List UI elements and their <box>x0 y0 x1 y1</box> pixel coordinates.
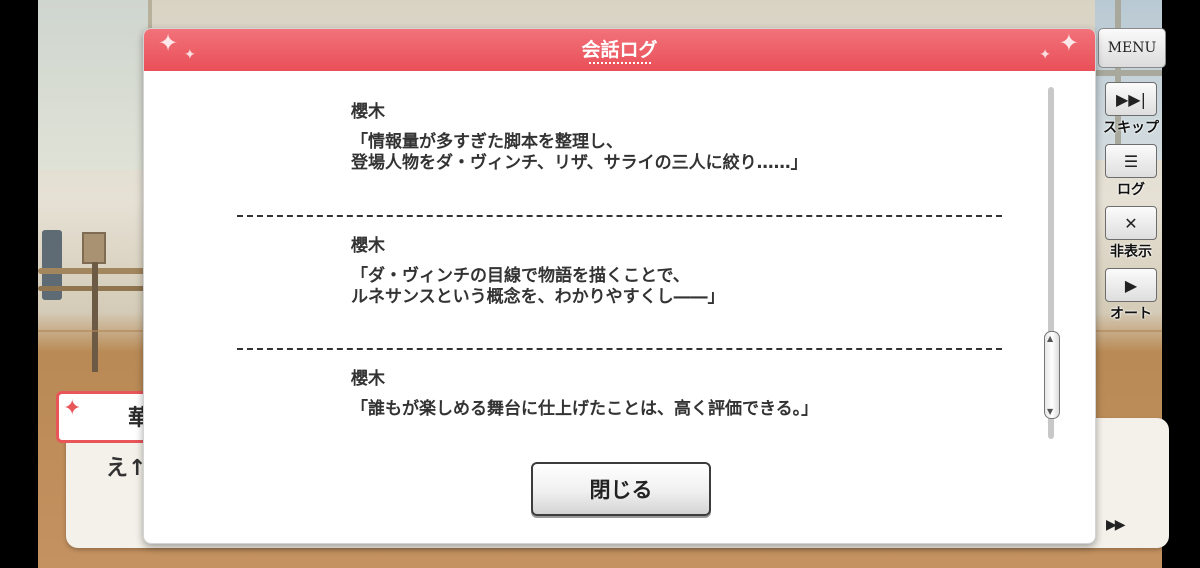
log-entry-line: 「情報量が多すぎた脚本を整理し、 <box>351 132 623 152</box>
message-text: え↑ <box>106 456 147 481</box>
log-entry: 櫻木 「ダ・ヴィンチの目線で物語を描くことで、 ルネサンスという概念を、わかりや… <box>351 231 1051 308</box>
advance-icon[interactable]: ▶▶ <box>1106 517 1125 533</box>
log-entry-speaker: 櫻木 <box>351 236 385 256</box>
log-entry-line: 登場人物をダ・ヴィンチ、リザ、サライの三人に絞り……」 <box>351 153 808 173</box>
log-separator <box>237 215 1002 217</box>
log-scrollbar-thumb[interactable]: ▲ ▼ <box>1044 331 1060 419</box>
dialog-header: ✦ ✦ ✦ ✦ 会話ログ <box>144 29 1095 71</box>
letterbox-left <box>0 0 38 568</box>
hide-icon: ✕ <box>1105 206 1157 240</box>
background-board <box>82 232 106 264</box>
sparkle-icon: ✦ <box>63 396 82 421</box>
hide-button[interactable]: ✕ 非表示 <box>1098 206 1164 264</box>
log-entry-speaker: 櫻木 <box>351 102 385 122</box>
log-button[interactable]: ☰ ログ <box>1098 144 1164 202</box>
chevron-down-icon: ▼ <box>1047 407 1054 416</box>
skip-icon: ▶▶| <box>1105 82 1157 116</box>
log-entry-speaker: 櫻木 <box>351 369 385 389</box>
auto-label: オート <box>1110 306 1152 322</box>
menu-button[interactable]: MENU <box>1098 28 1166 68</box>
log-entry: 櫻木 「情報量が多すぎた脚本を整理し、 登場人物をダ・ヴィンチ、リザ、サライの三… <box>351 97 1051 174</box>
title-underline <box>589 62 651 64</box>
barre-post <box>92 262 98 372</box>
skip-button[interactable]: ▶▶| スキップ <box>1098 82 1164 140</box>
log-entry-line: 「誰もが楽しめる舞台に仕上げたことは、高く評価できる。」 <box>351 399 819 419</box>
log-entry-line: ルネサンスという概念を、わかりやすくし――」 <box>351 287 725 307</box>
skip-label: スキップ <box>1103 120 1159 136</box>
dialog-title: 会話ログ <box>581 39 658 61</box>
hide-label: 非表示 <box>1110 244 1152 260</box>
log-label: ログ <box>1117 182 1145 198</box>
auto-play-icon: ▶ <box>1105 268 1157 302</box>
auto-button[interactable]: ▶ オート <box>1098 268 1164 326</box>
close-button[interactable]: 閉じる <box>531 462 711 516</box>
background-window-left <box>38 0 152 170</box>
chevron-up-icon: ▲ <box>1047 334 1054 343</box>
log-entry: 櫻木 「誰もが楽しめる舞台に仕上げたことは、高く評価できる。」 <box>351 364 1051 420</box>
log-entry-line: 「ダ・ヴィンチの目線で物語を描くことで、 <box>351 266 690 286</box>
log-icon: ☰ <box>1105 144 1157 178</box>
conversation-log-dialog: ✦ ✦ ✦ ✦ 会話ログ 櫻木 「情報量が多すぎた脚本を整理し、 登場人物をダ・… <box>143 28 1096 544</box>
log-separator <box>237 348 1002 350</box>
